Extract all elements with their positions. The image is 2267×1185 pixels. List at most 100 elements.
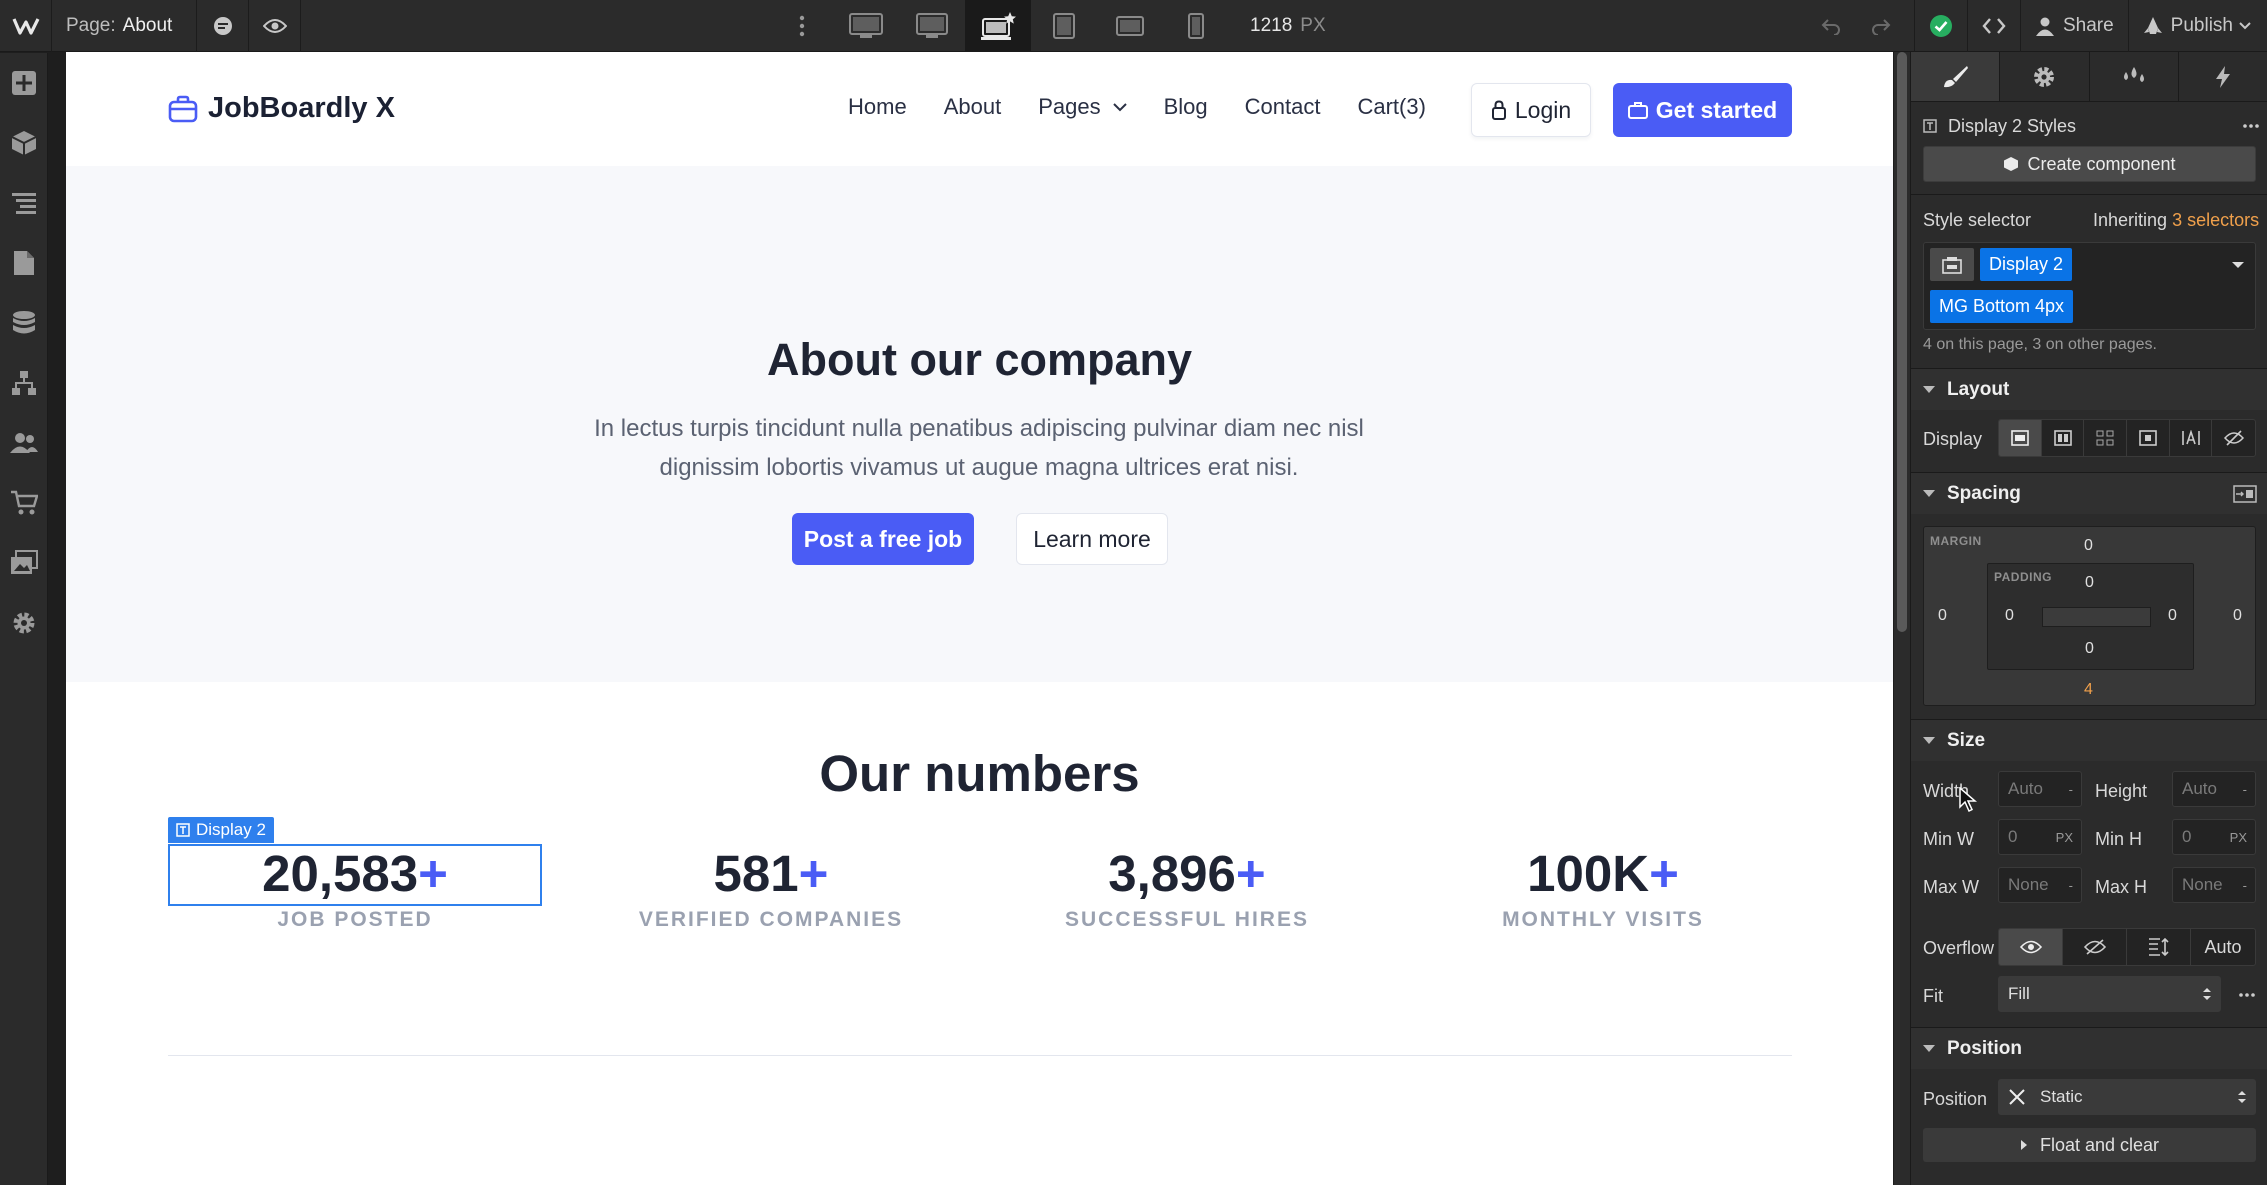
login-button[interactable]: Login (1471, 83, 1591, 137)
position-select[interactable]: Static (1998, 1079, 2256, 1115)
menu-home[interactable]: Home (848, 94, 907, 120)
margin-top-value[interactable]: 0 (2084, 537, 2093, 555)
stat-value: 3,896+ (1000, 842, 1374, 906)
inheriting-selectors[interactable]: 3 selectors (2172, 210, 2259, 230)
create-component-button[interactable]: Create component (1923, 146, 2256, 182)
interactions-bolt-icon[interactable] (2179, 52, 2267, 101)
users-icon[interactable] (0, 413, 48, 473)
menu-about[interactable]: About (944, 94, 1002, 120)
size-section-header[interactable]: Size (1911, 719, 2267, 761)
selector-chip-mg-bottom[interactable]: MG Bottom 4px (1930, 290, 2074, 323)
display-block-icon[interactable] (1999, 420, 2042, 456)
more-options-icon[interactable] (2243, 124, 2259, 128)
padding-bottom-value[interactable]: 0 (2085, 640, 2094, 658)
spacing-mode-icon[interactable] (2233, 485, 2257, 503)
min-height-unit[interactable]: PX (2230, 830, 2247, 845)
pages-icon[interactable] (0, 233, 48, 293)
scrollbar-thumb[interactable] (1897, 52, 1907, 632)
share-button[interactable]: Share (2019, 0, 2128, 52)
breakpoint-xxl-icon[interactable] (833, 0, 899, 52)
breakpoint-tablet-icon[interactable] (1031, 0, 1097, 52)
assets-icon[interactable] (0, 533, 48, 593)
width-input[interactable]: Auto - (1998, 771, 2082, 807)
height-unit[interactable]: - (2243, 782, 2247, 797)
canvas-width-readout[interactable]: 1218 PX (1250, 0, 1326, 52)
min-height-input[interactable]: 0 PX (2172, 819, 2256, 855)
width-unit[interactable]: - (2069, 782, 2073, 797)
cms-icon[interactable] (0, 293, 48, 353)
style-selector-label: Style selector (1923, 210, 2032, 230)
max-height-input[interactable]: None - (2172, 867, 2256, 903)
display-flex-icon[interactable] (2042, 420, 2085, 456)
components-icon[interactable] (0, 113, 48, 173)
selector-chip-display-2[interactable]: Display 2 (1980, 248, 2073, 281)
add-elements-icon[interactable] (0, 53, 48, 113)
code-export-icon[interactable] (1966, 0, 2020, 52)
breakpoint-landscape-icon[interactable] (1097, 0, 1163, 52)
style-tab-brush-icon[interactable] (1911, 52, 2001, 101)
preview-button[interactable] (249, 0, 302, 52)
more-options-icon[interactable] (790, 0, 814, 52)
hero-title: About our company (767, 334, 1192, 385)
settings-tab-gear-icon[interactable] (2000, 52, 2090, 101)
margin-left-value[interactable]: 0 (1938, 607, 1947, 625)
height-input[interactable]: Auto - (2172, 771, 2256, 807)
stat-companies[interactable]: 581+ VERIFIED COMPANIES (584, 842, 958, 932)
breakpoint-xl-icon[interactable] (899, 0, 965, 52)
style-selector-field[interactable]: Display 2 MG Bottom 4px (1923, 242, 2256, 330)
overflow-auto-option[interactable]: Auto (2191, 929, 2255, 965)
ecommerce-icon[interactable] (0, 473, 48, 533)
site-brand[interactable]: JobBoardly X (168, 92, 395, 125)
stat-visits[interactable]: 100K+ MONTHLY VISITS (1416, 842, 1790, 932)
menu-contact[interactable]: Contact (1245, 94, 1321, 120)
fit-select[interactable]: Fill (1998, 976, 2221, 1012)
margin-right-value[interactable]: 0 (2233, 607, 2242, 625)
design-canvas[interactable]: JobBoardly X Home About Pages Blog Conta… (66, 52, 1893, 1185)
publish-status-icon[interactable] (1913, 0, 1967, 52)
post-job-button[interactable]: Post a free job (792, 513, 974, 565)
min-width-unit[interactable]: PX (2056, 830, 2073, 845)
logic-icon[interactable] (0, 353, 48, 413)
menu-pages[interactable]: Pages (1038, 94, 1127, 120)
settings-gear-icon[interactable] (0, 593, 48, 653)
stat-hires[interactable]: 3,896+ SUCCESSFUL HIRES (1000, 842, 1374, 932)
page-selector[interactable]: Page: About (52, 0, 198, 52)
margin-bottom-value[interactable]: 4 (2084, 681, 2093, 699)
overflow-hidden-eye-icon[interactable] (2063, 929, 2127, 965)
more-options-icon[interactable] (2239, 993, 2255, 997)
overflow-scroll-icon[interactable] (2127, 929, 2191, 965)
padding-left-value[interactable]: 0 (2005, 607, 2014, 625)
spacing-section-header[interactable]: Spacing (1911, 472, 2267, 514)
layout-section-header[interactable]: Layout (1911, 368, 2267, 410)
learn-more-button[interactable]: Learn more (1016, 513, 1168, 565)
display-grid-icon[interactable] (2084, 420, 2128, 456)
min-width-input[interactable]: 0 PX (1998, 819, 2082, 855)
max-height-unit[interactable]: - (2243, 878, 2247, 893)
padding-right-value[interactable]: 0 (2168, 607, 2177, 625)
menu-blog[interactable]: Blog (1164, 94, 1208, 120)
breakpoint-portrait-icon[interactable] (1163, 0, 1229, 52)
get-started-button[interactable]: Get started (1613, 83, 1792, 137)
max-width-unit[interactable]: - (2069, 878, 2073, 893)
undo-icon[interactable] (1806, 0, 1856, 52)
selected-element-tag[interactable]: Display 2 (168, 817, 274, 843)
selector-tag-icon[interactable] (1930, 248, 1974, 281)
canvas-scrollbar[interactable] (1894, 52, 1910, 1185)
display-inline-icon[interactable] (2170, 420, 2213, 456)
comments-button[interactable] (197, 0, 250, 52)
webflow-logo-icon[interactable] (0, 0, 52, 52)
navigator-icon[interactable] (0, 173, 48, 233)
publish-button[interactable]: Publish (2127, 0, 2267, 52)
breakpoint-desktop-icon[interactable] (965, 0, 1031, 52)
max-width-input[interactable]: None - (1998, 867, 2082, 903)
style-manager-drops-icon[interactable] (2090, 52, 2179, 101)
redo-icon[interactable] (1856, 0, 1914, 52)
position-section-header[interactable]: Position (1911, 1027, 2267, 1069)
overflow-visible-eye-icon[interactable] (1999, 929, 2063, 965)
float-and-clear-toggle[interactable]: Float and clear (1923, 1128, 2256, 1162)
caret-down-icon[interactable] (2231, 261, 2245, 269)
padding-top-value[interactable]: 0 (2085, 574, 2094, 592)
display-none-icon[interactable] (2212, 420, 2255, 456)
menu-cart[interactable]: Cart(3) (1357, 94, 1425, 120)
display-inline-block-icon[interactable] (2127, 420, 2170, 456)
